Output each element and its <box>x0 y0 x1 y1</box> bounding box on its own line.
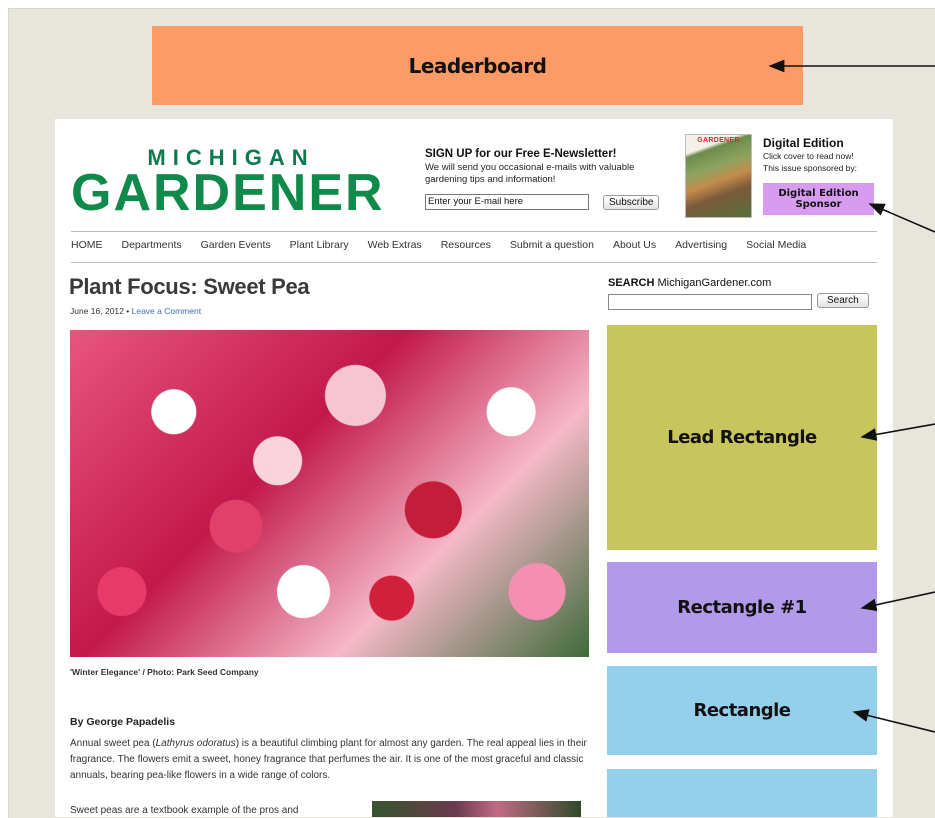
nav-item-plant-library[interactable]: Plant Library <box>290 239 349 251</box>
lead-rectangle-label: Lead Rectangle <box>667 427 817 448</box>
nav-item-web-extras[interactable]: Web Extras <box>368 239 422 251</box>
para1-latin-name: Lathyrus odoratus <box>155 738 236 749</box>
search-label-bold: SEARCH <box>608 277 655 289</box>
rectangle-1-label: Rectangle #1 <box>677 597 807 618</box>
digital-edition-sponsor-ad[interactable]: Digital Edition Sponsor <box>763 183 874 215</box>
digital-edition-cover[interactable]: GARDENER <box>685 134 752 218</box>
leave-comment-link[interactable]: Leave a Comment <box>132 306 201 316</box>
leaderboard-label: Leaderboard <box>408 53 547 78</box>
nav-top-divider <box>71 231 877 232</box>
digital-edition-info: Digital Edition Click cover to read now!… <box>763 136 888 174</box>
article-title: Plant Focus: Sweet Pea <box>69 274 310 299</box>
nav-item-departments[interactable]: Departments <box>122 239 182 251</box>
website-page: MICHIGAN GARDENER SIGN UP for our Free E… <box>55 119 893 817</box>
rectangle-ad-lower[interactable] <box>607 769 877 817</box>
article-inline-photo <box>372 801 581 817</box>
newsletter-heading: SIGN UP for our Free E-Newsletter! <box>425 148 617 160</box>
nav-item-resources[interactable]: Resources <box>441 239 491 251</box>
nav-item-about-us[interactable]: About Us <box>613 239 656 251</box>
rectangle-ad[interactable]: Rectangle <box>607 666 877 755</box>
article-date: June 16, 2012 <box>70 306 124 316</box>
nav-item-home[interactable]: HOME <box>71 239 103 251</box>
article-meta: June 16, 2012 • Leave a Comment <box>70 306 201 316</box>
newsletter-text: We will send you occasional e-mails with… <box>425 162 635 185</box>
sidebar-search-button[interactable]: Search <box>817 293 869 308</box>
article-paragraph-1: Annual sweet pea (Lathyrus odoratus) is … <box>70 736 592 784</box>
article-byline: By George Papadelis <box>70 716 176 728</box>
rectangle-1-ad[interactable]: Rectangle #1 <box>607 562 877 653</box>
leaderboard-ad[interactable]: Leaderboard <box>152 26 803 105</box>
sweet-pea-photo <box>70 330 589 657</box>
digital-edition-line1: Click cover to read now! <box>763 151 854 161</box>
cover-title: GARDENER <box>697 137 740 144</box>
site-logo[interactable]: MICHIGAN GARDENER <box>71 145 383 221</box>
newsletter-email-field[interactable]: Enter your E-mail here <box>425 194 589 210</box>
nav-item-advertising[interactable]: Advertising <box>675 239 727 251</box>
article-paragraph-2: Sweet peas are a textbook example of the… <box>70 805 299 816</box>
para1-before: Annual sweet pea ( <box>70 738 156 749</box>
meta-separator: • <box>126 306 130 316</box>
subscribe-button[interactable]: Subscribe <box>603 194 660 210</box>
newsletter-signup: SIGN UP for our Free E-Newsletter! We wi… <box>425 148 675 210</box>
search-label-site: MichiganGardener.com <box>654 277 772 289</box>
photo-caption: 'Winter Elegance' / Photo: Park Seed Com… <box>70 667 259 677</box>
sponsor-label: Digital Edition Sponsor <box>778 188 859 210</box>
logo-line-2: GARDENER <box>71 164 385 222</box>
nav-item-garden-events[interactable]: Garden Events <box>201 239 271 251</box>
sidebar-search-input[interactable] <box>608 294 812 310</box>
nav-item-social-media[interactable]: Social Media <box>746 239 806 251</box>
sidebar-search-label: SEARCH MichiganGardener.com <box>608 277 771 289</box>
digital-edition-title: Digital Edition <box>763 136 844 150</box>
lead-rectangle-ad[interactable]: Lead Rectangle <box>607 325 877 550</box>
main-nav: HOME Departments Garden Events Plant Lib… <box>71 239 825 251</box>
digital-edition-line2: This issue sponsored by: <box>763 163 858 173</box>
nav-bottom-divider <box>71 262 877 263</box>
rectangle-label: Rectangle <box>693 700 791 721</box>
nav-item-submit-question[interactable]: Submit a question <box>510 239 594 251</box>
